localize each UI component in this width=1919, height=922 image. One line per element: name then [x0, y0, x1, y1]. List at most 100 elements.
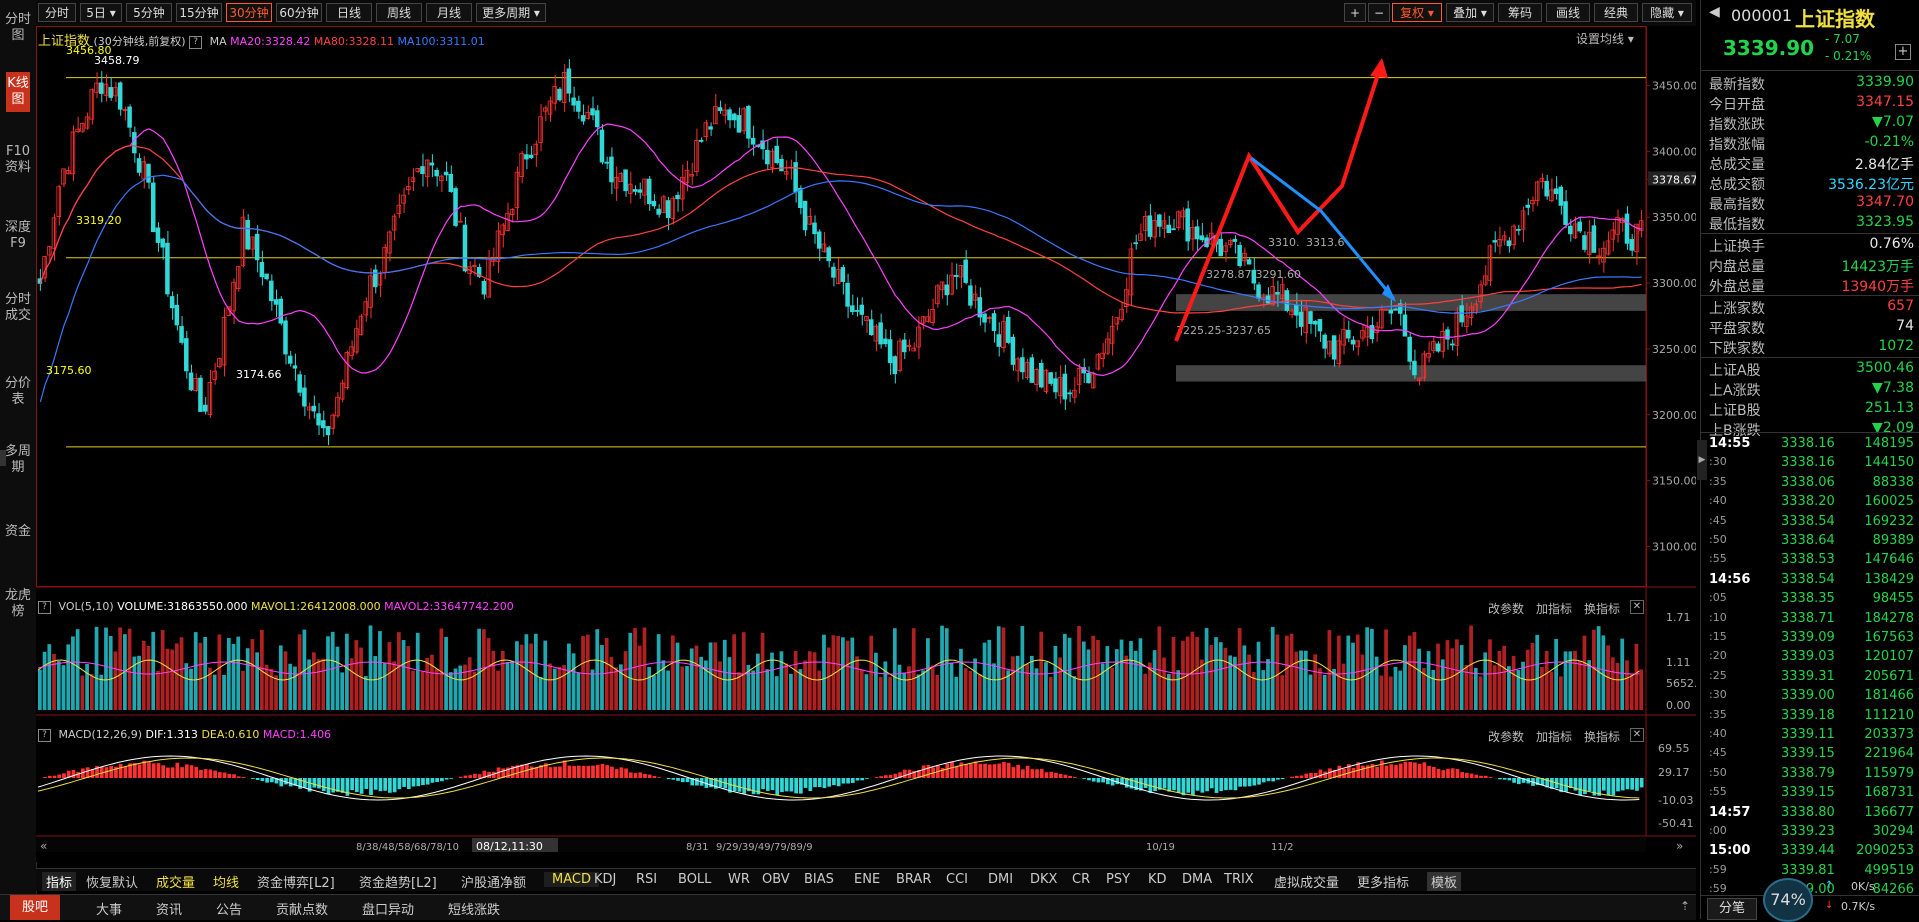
- help-icon[interactable]: ?: [189, 35, 203, 49]
- macd-add-indicator[interactable]: 加指标: [1536, 728, 1572, 745]
- indicator-tab[interactable]: 均线: [213, 872, 239, 891]
- tab-depth[interactable]: 深度F9: [4, 216, 32, 256]
- indicator-tab[interactable]: 沪股通净额: [461, 872, 526, 891]
- bottom-tab[interactable]: 股吧: [10, 895, 61, 920]
- zoom-in-button[interactable]: +: [1344, 3, 1366, 22]
- volume-bar: [789, 673, 793, 710]
- indicator-tab[interactable]: 成交量: [156, 872, 195, 891]
- indicator-tab[interactable]: 虚拟成交量: [1274, 872, 1339, 891]
- indicator-tab[interactable]: KD: [1148, 872, 1167, 887]
- macd-help-icon[interactable]: ?: [38, 728, 51, 742]
- volume-bar: [1266, 659, 1270, 710]
- volume-bar: [1426, 651, 1431, 710]
- adjust-button[interactable]: 复权 ▾: [1392, 3, 1442, 22]
- macd-switch-indicator[interactable]: 换指标: [1584, 728, 1620, 745]
- tick-price: 3338.35: [1781, 591, 1835, 607]
- volume-bar: [774, 676, 779, 710]
- indicator-tab[interactable]: 指标: [42, 872, 77, 891]
- indicator-tab[interactable]: ENE: [854, 872, 880, 887]
- tab-f10[interactable]: F10资料: [4, 140, 32, 180]
- indicator-tab[interactable]: DMA: [1182, 872, 1212, 887]
- add-watchlist-icon[interactable]: +: [1895, 44, 1911, 60]
- indicator-tab[interactable]: CCI: [946, 872, 968, 887]
- collapse-icon[interactable]: ⇡: [1680, 899, 1690, 913]
- tab-dragon-tiger[interactable]: 龙虎榜: [4, 584, 32, 624]
- period-5min[interactable]: 5分钟: [126, 3, 172, 22]
- chips-button[interactable]: 筹码: [1498, 3, 1542, 22]
- indicator-tab[interactable]: 资金趋势[L2]: [359, 872, 437, 891]
- right-collapse-handle[interactable]: ▶: [1697, 440, 1707, 480]
- indicator-tab[interactable]: BIAS: [804, 872, 834, 887]
- tab-kline[interactable]: K线图: [6, 72, 30, 112]
- main-panel-header: 上证指数 (30分钟线,前复权) ? MA MA20:3328.42 MA80:…: [38, 30, 485, 49]
- bottom-tab[interactable]: 资讯: [156, 899, 182, 918]
- indicator-tab[interactable]: WR: [728, 872, 750, 887]
- indicator-tab[interactable]: DKX: [1030, 872, 1057, 887]
- indicator-tab[interactable]: PSY: [1106, 872, 1130, 887]
- tab-ticks[interactable]: 分笔: [1707, 898, 1757, 920]
- bottom-tab[interactable]: 公告: [216, 899, 242, 918]
- x-axis-label: 9/29/39/49/79/89/9: [716, 842, 813, 853]
- period-5day[interactable]: 5日 ▾: [80, 3, 122, 22]
- bottom-tab[interactable]: 大事: [96, 899, 122, 918]
- indicator-tab[interactable]: DMI: [988, 872, 1013, 887]
- vol-add-indicator[interactable]: 加指标: [1536, 600, 1572, 617]
- tick-price: 3339.15: [1781, 746, 1835, 762]
- kline-chart-area[interactable]: 3450.00 3400.00 3378.67 3350.00 3300.00 3250.…: [36, 26, 1712, 862]
- vol-edit-params[interactable]: 改参数: [1488, 600, 1524, 617]
- draw-line-button[interactable]: 画线: [1546, 3, 1590, 22]
- volume-bar: [779, 651, 784, 710]
- period-more[interactable]: 更多周期 ▾: [476, 3, 546, 22]
- period-timeshare[interactable]: 分时: [38, 3, 76, 22]
- volume-bar: [689, 648, 694, 710]
- vol-close-icon[interactable]: ✕: [1630, 600, 1644, 614]
- candle-body: [1190, 226, 1195, 240]
- volume-bar: [85, 663, 89, 710]
- macd-close-icon[interactable]: ✕: [1630, 728, 1644, 742]
- indicator-tab[interactable]: BOLL: [678, 872, 711, 887]
- period-30min[interactable]: 30分钟: [226, 3, 272, 22]
- tab-timeshare[interactable]: 分时图: [4, 8, 32, 48]
- period-15min[interactable]: 15分钟: [176, 3, 222, 22]
- indicator-tab[interactable]: BRAR: [896, 872, 931, 887]
- back-arrow-icon[interactable]: ◀: [1709, 4, 1720, 20]
- period-daily[interactable]: 日线: [326, 3, 372, 22]
- bottom-tab[interactable]: 盘口异动: [362, 899, 414, 918]
- ma-settings-button[interactable]: 设置均线 ▾: [1576, 30, 1634, 47]
- period-weekly[interactable]: 周线: [376, 3, 422, 22]
- candle-body: [1057, 377, 1063, 397]
- period-monthly[interactable]: 月线: [426, 3, 472, 22]
- volume-help-icon[interactable]: ?: [38, 600, 51, 614]
- vol-switch-indicator[interactable]: 换指标: [1584, 600, 1620, 617]
- hide-button[interactable]: 隐藏 ▾: [1642, 3, 1692, 22]
- zoom-out-button[interactable]: −: [1368, 3, 1390, 22]
- indicator-tab[interactable]: MACD: [544, 872, 599, 887]
- tick-row: :55 3338.53 147646: [1701, 550, 1919, 570]
- indicator-tab[interactable]: OBV: [762, 872, 790, 887]
- candle-body: [1166, 224, 1172, 234]
- indicator-tab[interactable]: 模板: [1427, 872, 1462, 891]
- bottom-tab[interactable]: 短线涨跌: [448, 899, 500, 918]
- volume-bar: [56, 661, 61, 710]
- bottom-tab[interactable]: 贡献点数: [276, 899, 328, 918]
- indicator-tab[interactable]: KDJ: [594, 872, 616, 887]
- indicator-tab[interactable]: 资金博弈[L2]: [257, 872, 335, 891]
- classic-button[interactable]: 经典: [1594, 3, 1638, 22]
- tab-price-dist[interactable]: 分价表: [4, 372, 32, 412]
- tab-funds[interactable]: 资金: [4, 520, 32, 544]
- candle-body: [519, 153, 524, 177]
- indicator-tab[interactable]: TRIX: [1224, 872, 1254, 887]
- macd-edit-params[interactable]: 改参数: [1488, 728, 1524, 745]
- indicator-tab[interactable]: RSI: [636, 872, 657, 887]
- overlay-button[interactable]: 叠加 ▾: [1446, 3, 1494, 22]
- indicator-tab[interactable]: 恢复默认: [86, 872, 138, 891]
- period-60min[interactable]: 60分钟: [276, 3, 322, 22]
- quote-row-value: 3500.46: [1856, 360, 1914, 376]
- volume-bar: [1639, 669, 1643, 710]
- tab-trades[interactable]: 分时成交: [4, 288, 32, 328]
- candle-body: [1449, 343, 1455, 346]
- indicator-tab[interactable]: CR: [1072, 872, 1090, 887]
- left-collapse-handle[interactable]: [0, 450, 6, 466]
- tab-multi-period[interactable]: 多周期: [4, 440, 32, 480]
- indicator-tab[interactable]: 更多指标: [1357, 872, 1409, 891]
